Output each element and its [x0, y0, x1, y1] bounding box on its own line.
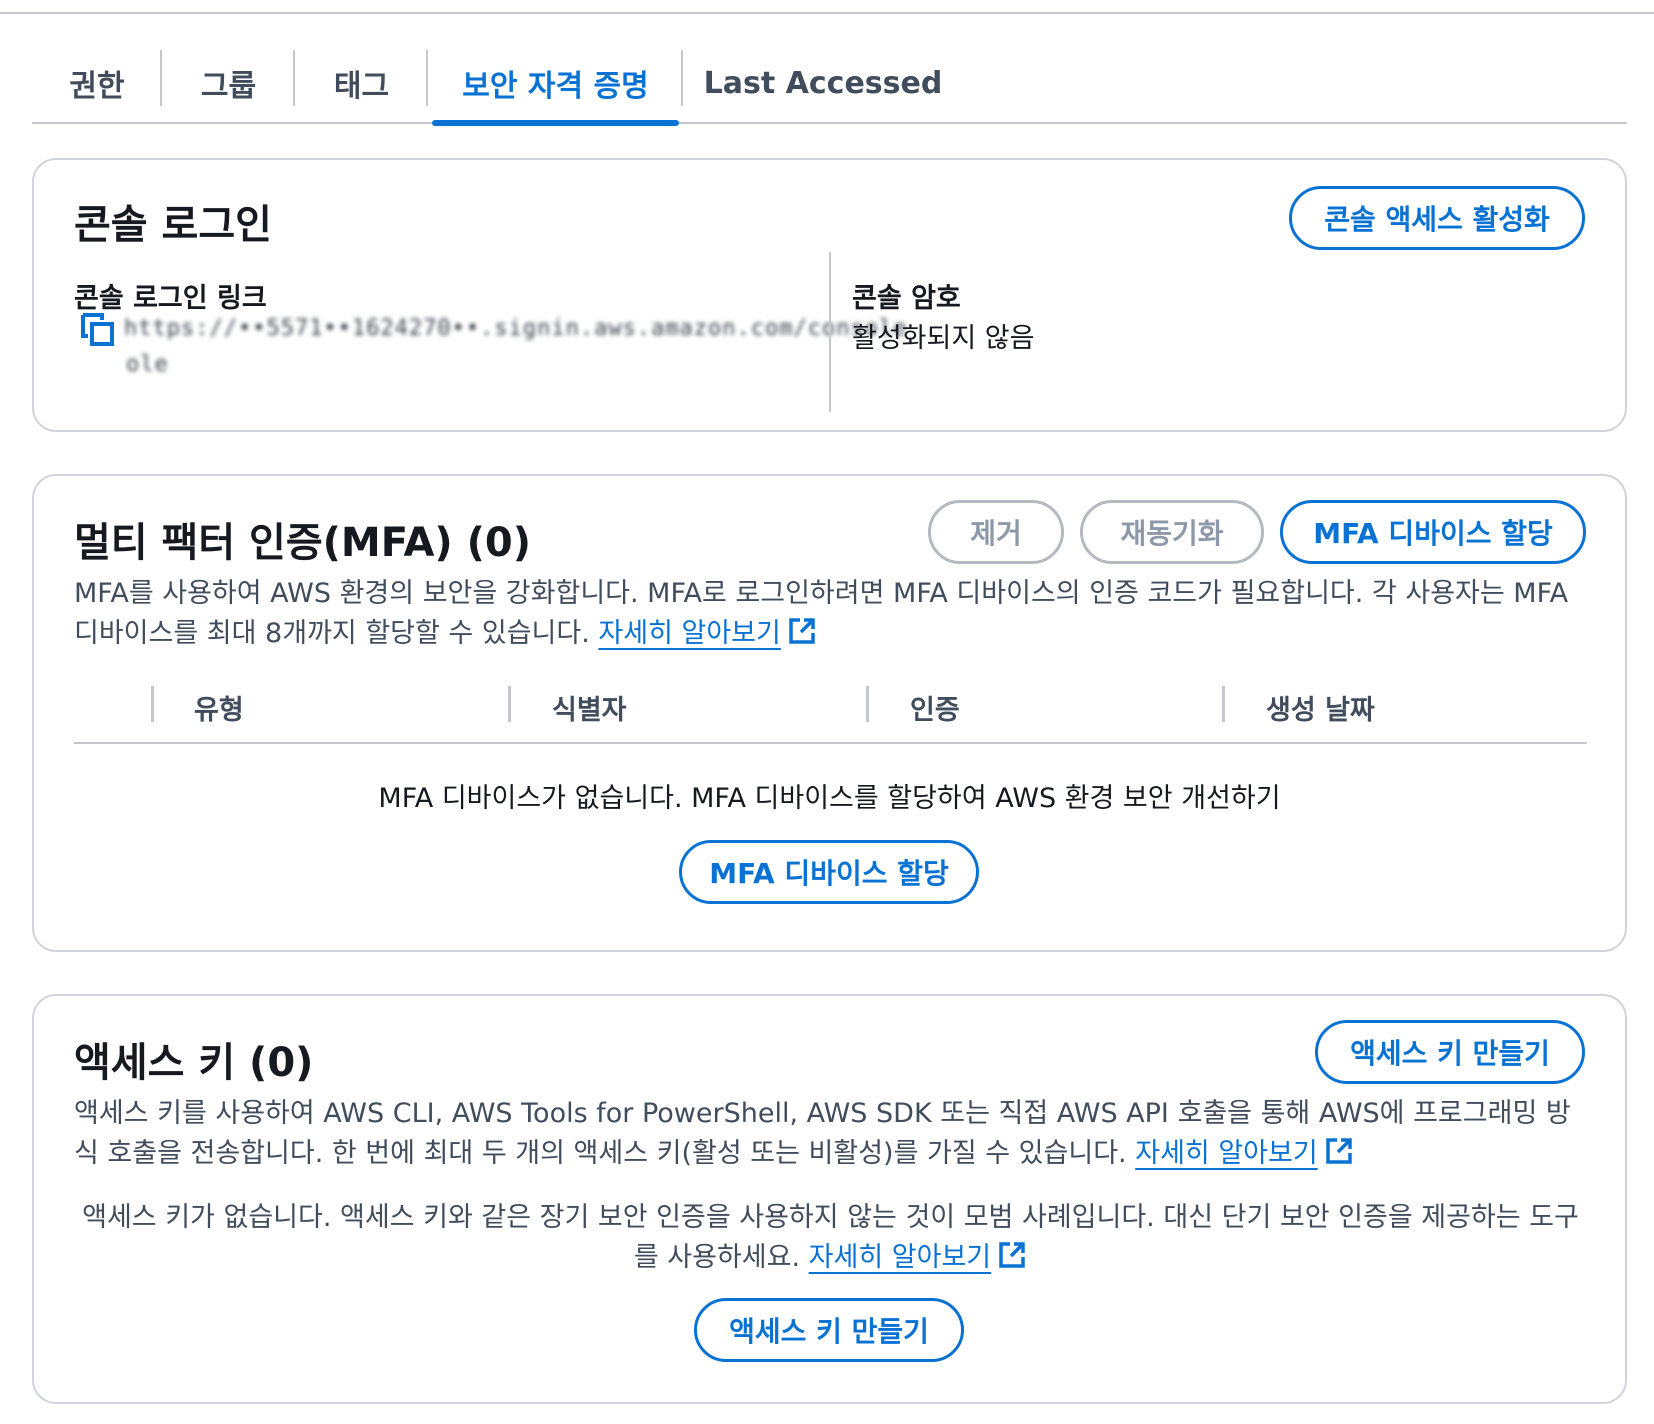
access-keys-empty-message: 액세스 키가 없습니다. 액세스 키와 같은 장기 보안 인증을 사용하지 않는… — [74, 1198, 1587, 1278]
console-signin-link-value-cont[interactable]: ole — [126, 352, 169, 377]
console-signin-link-label: 콘솔 로그인 링크 — [74, 283, 267, 314]
create-access-key-empty-button[interactable]: 액세스 키 만들기 — [694, 1298, 964, 1362]
column-separator — [1222, 686, 1225, 722]
tab-label: 태그 — [333, 69, 390, 104]
external-link-icon — [999, 1242, 1025, 1268]
access-keys-learn-more-link[interactable]: 자세히 알아보기 — [1135, 1138, 1317, 1169]
assign-mfa-device-button[interactable]: MFA 디바이스 할당 — [1280, 500, 1586, 564]
access-keys-description: 액세스 키를 사용하여 AWS CLI, AWS Tools for Power… — [74, 1094, 1594, 1174]
tab-label: 그룹 — [200, 69, 257, 104]
external-link-icon — [1325, 1138, 1352, 1164]
access-keys-title: 액세스 키 (0) — [74, 1040, 314, 1086]
tab-label: 보안 자격 증명 — [462, 69, 649, 104]
column-header-type[interactable]: 유형 — [194, 688, 244, 727]
console-signin-link-value[interactable]: https://••5571••1624270••.signin.aws.ama… — [124, 316, 907, 341]
tab-bar: 권한 그룹 태그 보안 자격 증명 Last Accessed — [32, 44, 1627, 126]
tab-label: 권한 — [69, 69, 125, 104]
mfa-description: MFA를 사용하여 AWS 환경의 보안을 강화합니다. MFA로 로그인하려면… — [74, 574, 1594, 654]
tab-groups[interactable]: 그룹 — [162, 44, 295, 122]
mfa-title: 멀티 팩터 인증(MFA) (0) — [74, 520, 532, 566]
tab-label: Last Accessed — [703, 65, 943, 101]
column-separator — [508, 686, 511, 722]
column-separator — [866, 686, 869, 722]
console-signin-title: 콘솔 로그인 — [74, 202, 272, 248]
mfa-learn-more-link[interactable]: 자세히 알아보기 — [598, 618, 780, 649]
table-header-divider — [74, 742, 1587, 744]
create-access-key-button[interactable]: 액세스 키 만들기 — [1315, 1020, 1585, 1084]
column-header-certification[interactable]: 인증 — [910, 688, 960, 727]
top-divider — [0, 12, 1654, 14]
column-separator — [151, 686, 154, 722]
assign-mfa-device-empty-button[interactable]: MFA 디바이스 할당 — [679, 840, 979, 904]
remove-mfa-button[interactable]: 제거 — [928, 500, 1064, 564]
tab-tags[interactable]: 태그 — [295, 44, 428, 122]
console-password-label: 콘솔 암호 — [852, 283, 961, 314]
mfa-empty-message: MFA 디바이스가 없습니다. MFA 디바이스를 할당하여 AWS 환경 보안… — [378, 783, 1281, 814]
column-divider — [829, 252, 831, 412]
copy-icon[interactable] — [80, 312, 114, 346]
console-password-value: 활성화되지 않음 — [852, 323, 1035, 354]
tab-security-credentials[interactable]: 보안 자격 증명 — [428, 44, 683, 126]
resync-mfa-button[interactable]: 재동기화 — [1080, 500, 1264, 564]
external-link-icon — [789, 618, 815, 644]
column-header-created-date[interactable]: 생성 날짜 — [1266, 688, 1375, 727]
mfa-card: 멀티 팩터 인증(MFA) (0) 제거 재동기화 MFA 디바이스 할당 MF… — [32, 474, 1627, 952]
access-keys-card: 액세스 키 (0) 액세스 키 만들기 액세스 키를 사용하여 AWS CLI,… — [32, 994, 1627, 1404]
access-keys-empty-learn-more-link[interactable]: 자세히 알아보기 — [809, 1242, 991, 1273]
mfa-description-text: MFA를 사용하여 AWS 환경의 보안을 강화합니다. MFA로 로그인하려면… — [74, 578, 1569, 649]
console-signin-card: 콘솔 로그인 콘솔 액세스 활성화 콘솔 로그인 링크 https://••55… — [32, 158, 1627, 432]
tab-permissions[interactable]: 권한 — [32, 44, 162, 122]
column-header-identifier[interactable]: 식별자 — [552, 688, 627, 727]
tab-last-accessed[interactable]: Last Accessed — [683, 44, 963, 122]
active-tab-indicator — [432, 120, 679, 126]
enable-console-access-button[interactable]: 콘솔 액세스 활성화 — [1289, 186, 1585, 250]
